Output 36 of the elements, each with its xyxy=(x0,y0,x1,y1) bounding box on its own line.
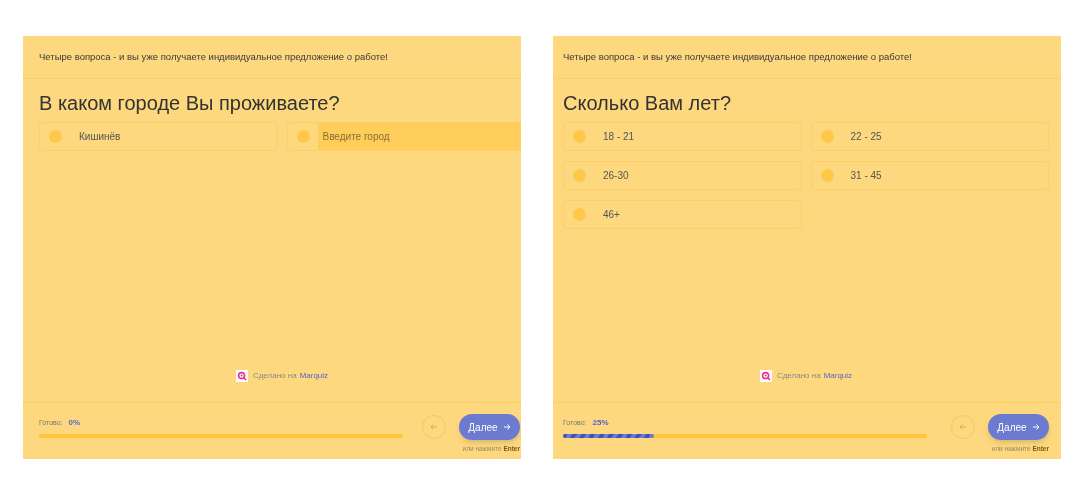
radio-icon[interactable] xyxy=(573,169,586,182)
answer-option[interactable]: 26-30 xyxy=(563,161,802,190)
option-label: 26-30 xyxy=(603,169,629,183)
marquiz-logo-icon xyxy=(759,370,772,382)
radio-icon[interactable] xyxy=(573,208,586,221)
answer-option[interactable]: 46+ xyxy=(563,200,802,229)
answer-option[interactable]: 31 - 45 xyxy=(810,161,1049,190)
progress-percent: 0% xyxy=(68,417,81,429)
radio-icon[interactable] xyxy=(573,130,586,143)
radio-icon[interactable] xyxy=(820,169,834,182)
option-label: 46+ xyxy=(603,208,620,222)
question-title: В каком городе Вы проживаете? xyxy=(39,91,341,115)
option-label: 22 - 25 xyxy=(850,130,882,144)
radio-icon[interactable] xyxy=(49,130,62,143)
credit-text: Сделано на xyxy=(252,370,297,382)
arrow-right-icon xyxy=(502,423,511,431)
option-label: 18 - 21 xyxy=(603,130,635,144)
answer-option[interactable]: 18 - 21 xyxy=(563,122,802,151)
marquiz-link[interactable]: Marquiz xyxy=(823,370,853,382)
question-title: Сколько Вам лет? xyxy=(563,91,733,115)
option-label: 31 - 45 xyxy=(850,169,882,183)
arrow-right-icon xyxy=(1031,423,1040,431)
arrow-left-icon xyxy=(959,423,967,431)
progress-percent: 25% xyxy=(592,417,609,429)
credit-text: Сделано на xyxy=(776,370,821,382)
next-button[interactable]: Далее xyxy=(988,414,1049,440)
arrow-left-icon xyxy=(430,423,438,431)
answer-option[interactable]: 22 - 25 xyxy=(810,122,1049,151)
answer-option[interactable]: Кишинёв xyxy=(39,122,278,151)
marquiz-link[interactable]: Marquiz xyxy=(299,370,329,382)
next-button[interactable]: Далее xyxy=(459,414,520,440)
radio-icon[interactable] xyxy=(820,130,834,143)
header-text: Четыре вопроса - и вы уже получаете индивидуальное предложение о работе! xyxy=(563,49,912,64)
header-text: Четыре вопроса - и вы уже получаете индивидуальное предложение о работе! xyxy=(39,49,388,64)
marquiz-logo-icon xyxy=(235,370,248,382)
option-label: Кишинёв xyxy=(79,130,121,144)
